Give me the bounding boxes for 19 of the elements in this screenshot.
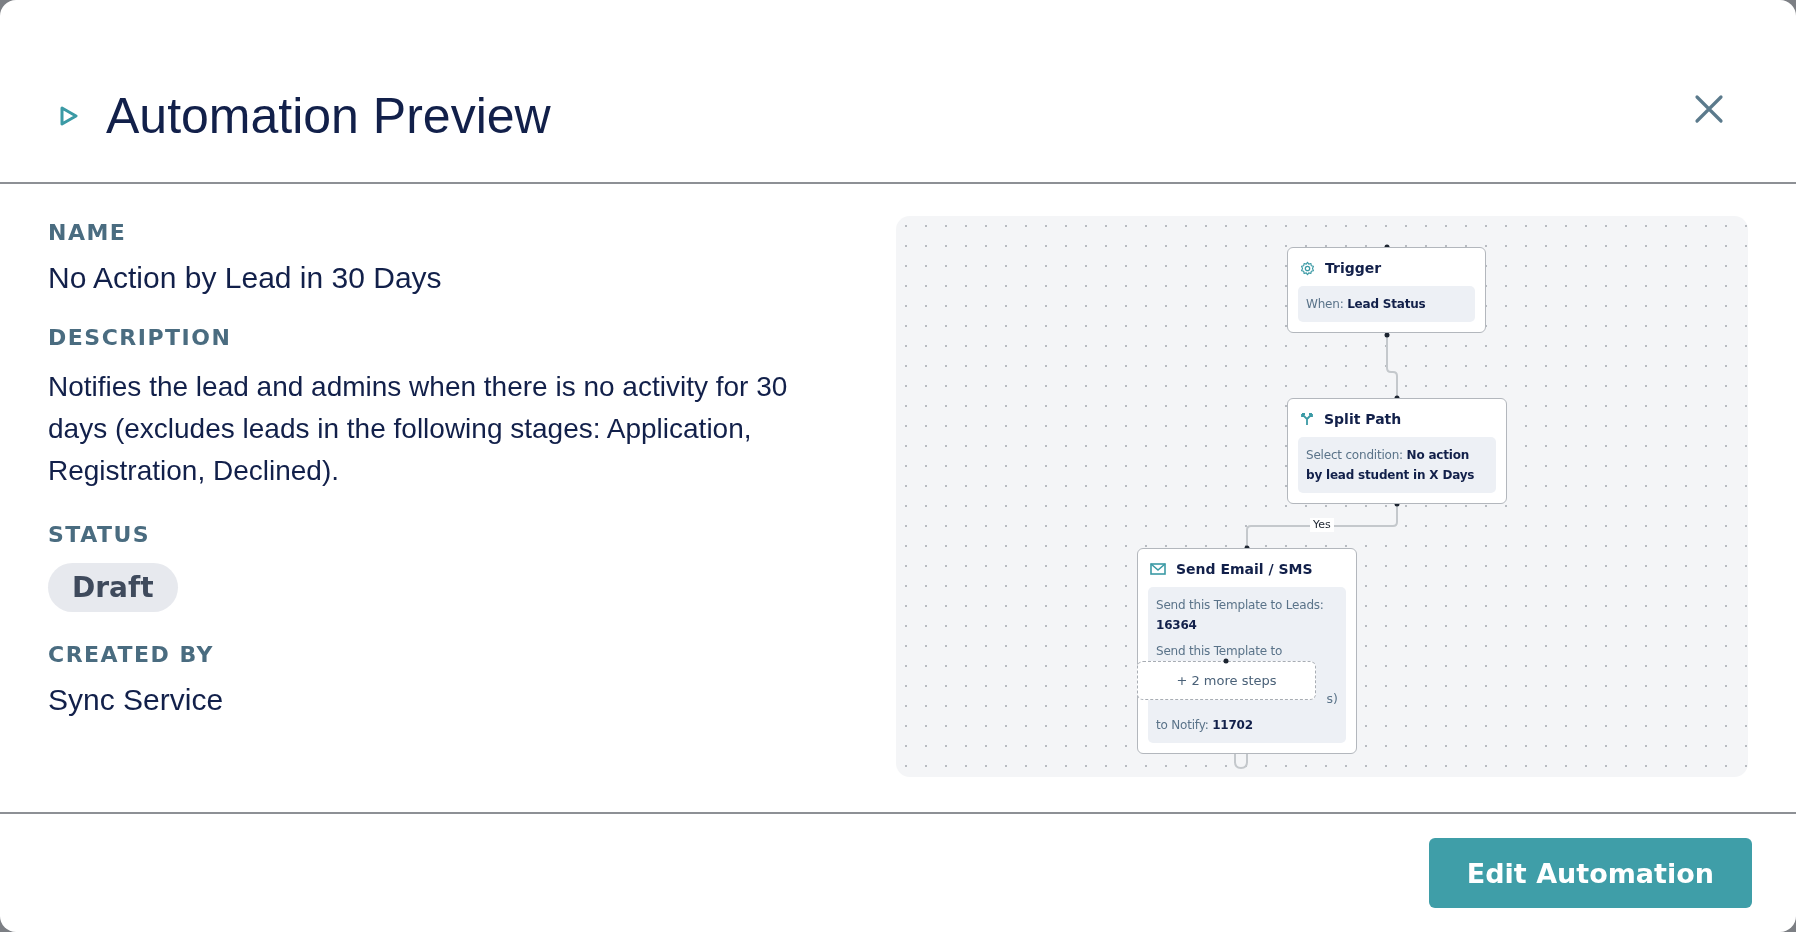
field-label: NAME [48, 220, 127, 245]
field-value: No Action by Lead in 30 Days [48, 261, 442, 295]
field-label: STATUS [48, 522, 151, 547]
field-value: Sync Service [48, 683, 224, 717]
node-detail-text: Select condition: No action by lead student in X Days [1306, 447, 1476, 484]
status-badge: Draft [48, 563, 178, 612]
field-label: CREATED BY [48, 642, 214, 667]
dialog-title: Automation Preview [106, 87, 552, 145]
field-label: DESCRIPTION [48, 325, 232, 350]
node-detail-text: Send this Template to Leads: 16364 [1156, 597, 1325, 634]
edge-label: Yes [1310, 518, 1334, 532]
node-title: Trigger [1325, 260, 1382, 276]
description-text: Notifies the lead and admins when there is no activity for 30 days (excludes leads in the following stages: Application, Registration, Declined). [48, 370, 789, 488]
node-detail-text: s) [1326, 690, 1338, 708]
node-detail-text: Send this Template to [1156, 643, 1284, 660]
node-title: Split Path [1324, 411, 1402, 427]
node-detail-text: to Notify: 11702 [1156, 717, 1254, 734]
node-title: Send Email / SMS [1176, 561, 1313, 577]
node-detail-text: When: Lead Status [1306, 296, 1427, 313]
